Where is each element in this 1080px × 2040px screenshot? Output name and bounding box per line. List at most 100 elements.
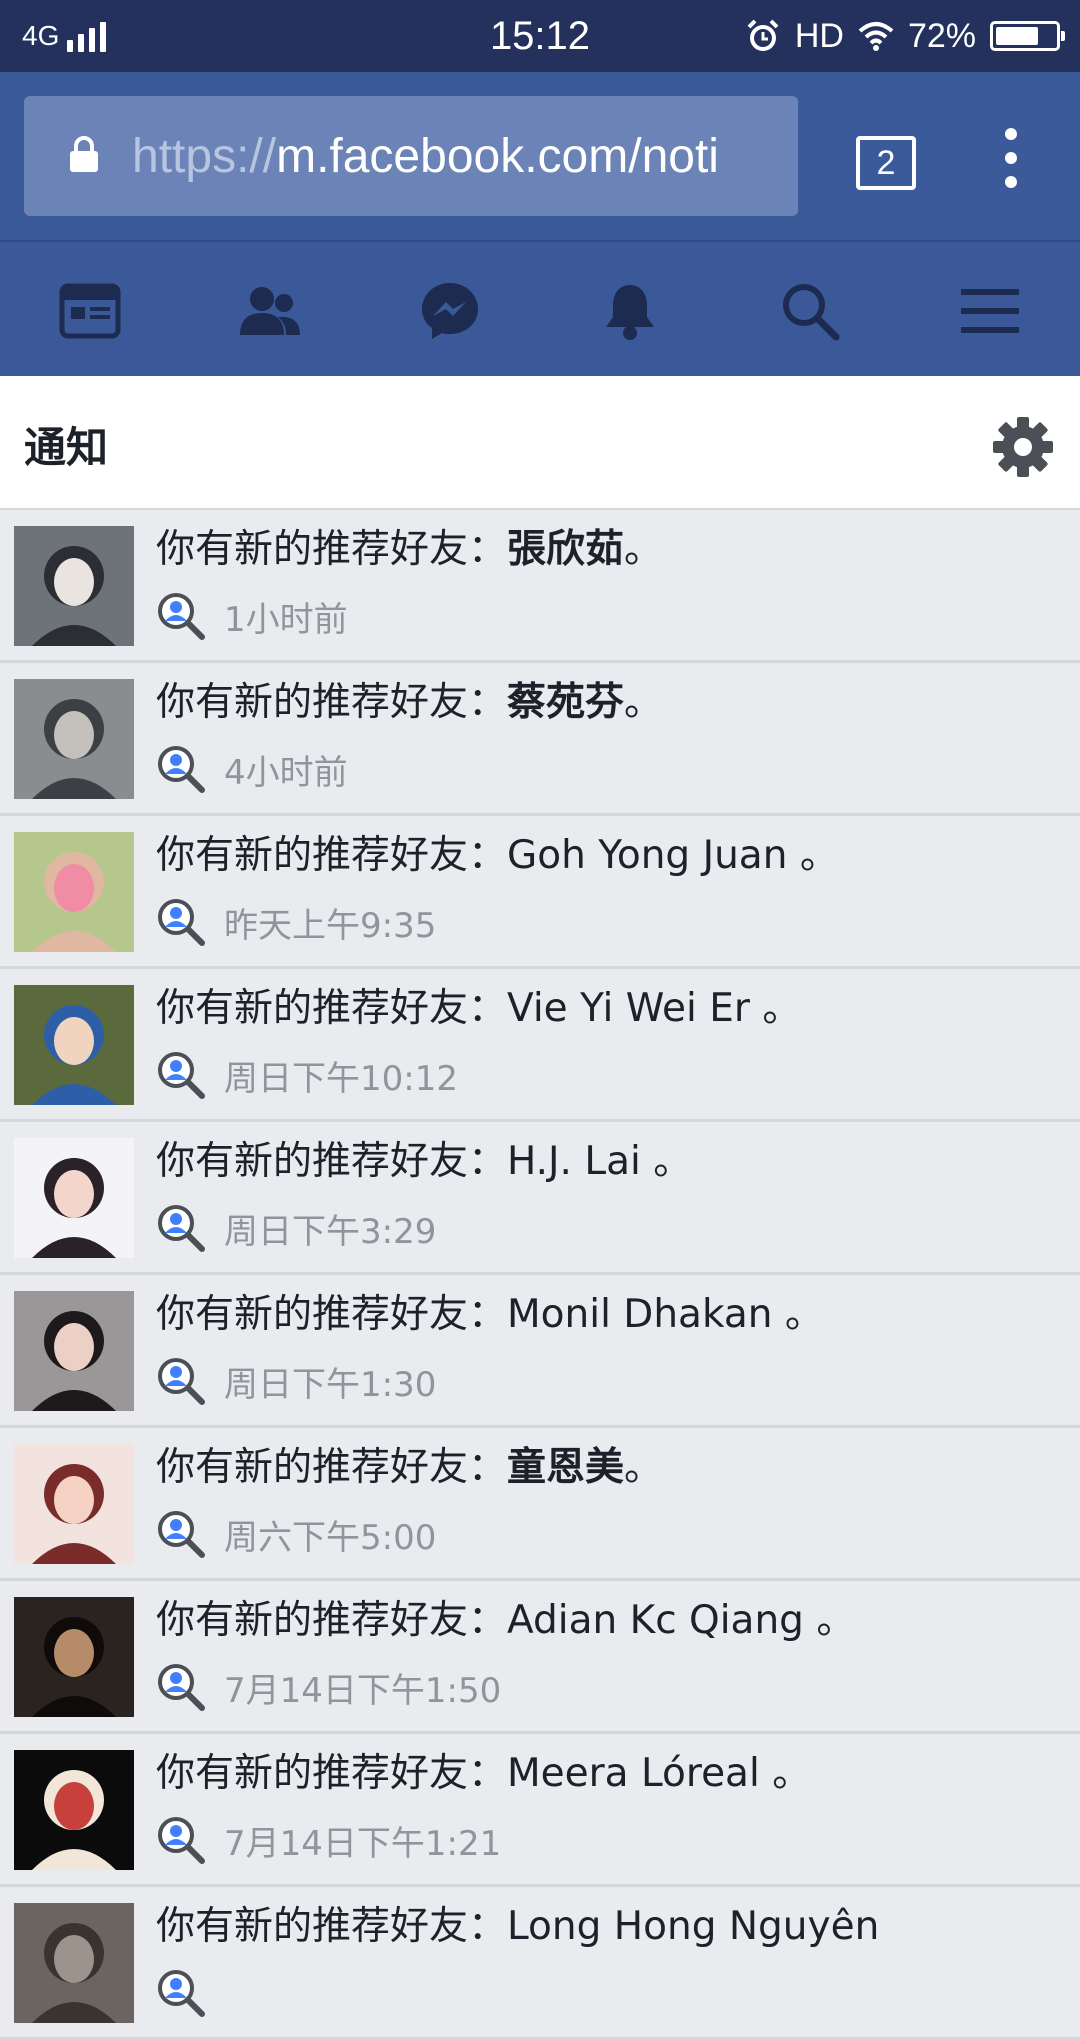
notification-time: 1小时前	[224, 599, 348, 640]
avatar[interactable]	[14, 1903, 134, 2023]
lock-icon	[70, 136, 98, 172]
notification-suffix: 。	[749, 986, 802, 1031]
address-bar[interactable]: https://m.facebook.com/noti	[24, 96, 798, 216]
hd-indicator: HD	[794, 16, 844, 55]
avatar[interactable]	[14, 1291, 134, 1411]
notification-item[interactable]: 你有新的推荐好友：童恩美。 周六下午5:00	[0, 1428, 1080, 1581]
notification-prefix: 你有新的推荐好友：	[156, 1598, 508, 1643]
avatar[interactable]	[14, 526, 134, 646]
friend-suggestion-icon	[158, 1817, 205, 1864]
friend-suggestion-icon	[158, 1970, 205, 2017]
avatar[interactable]	[14, 1138, 134, 1258]
browser-toolbar: https://m.facebook.com/noti 2	[0, 72, 1080, 240]
status-icons: HD 72%	[745, 14, 1065, 58]
notifications-bell-icon[interactable]	[597, 278, 663, 344]
notification-prefix: 你有新的推荐好友：	[156, 833, 508, 878]
suggested-friend-name: 童恩美	[507, 1445, 625, 1490]
notification-item[interactable]: 你有新的推荐好友：Adian Kc Qiang 。 7月14日下午1:50	[0, 1581, 1080, 1734]
avatar[interactable]	[14, 1444, 134, 1564]
notification-prefix: 你有新的推荐好友：	[156, 680, 508, 725]
notification-text: 你有新的推荐好友：童恩美。	[156, 1440, 1066, 1496]
notification-suffix: 。	[759, 1751, 812, 1796]
friends-icon[interactable]	[237, 278, 303, 344]
menu-icon[interactable]	[957, 278, 1023, 344]
suggested-friend-name: Vie Yi Wei Er	[507, 986, 750, 1031]
page-title: 通知	[24, 423, 109, 472]
wifi-icon	[858, 22, 894, 51]
avatar[interactable]	[14, 985, 134, 1105]
url-scheme: https://	[132, 130, 277, 183]
tab-switcher-button[interactable]: 2	[856, 136, 916, 190]
notification-list: 你有新的推荐好友：張欣茹。 1小时前 你有新的推荐好友：蔡苑芬。 4小时前 你有新的推荐…	[0, 510, 1080, 2040]
suggested-friend-name: Monil Dhakan	[507, 1292, 773, 1337]
notification-prefix: 你有新的推荐好友：	[156, 1751, 508, 1796]
notification-item[interactable]: 你有新的推荐好友：Goh Yong Juan 。昨天上午9:35	[0, 816, 1080, 969]
notification-suffix: 。	[624, 527, 664, 572]
notification-suffix: 。	[787, 833, 839, 878]
friend-suggestion-icon	[158, 899, 205, 946]
notification-text: 你有新的推荐好友：Long Hong Nguyên	[156, 1899, 1066, 1955]
notification-suffix: 。	[772, 1292, 824, 1337]
notification-meta	[156, 1965, 224, 2021]
page-header: 通知	[0, 376, 1080, 510]
search-icon[interactable]	[777, 278, 843, 344]
avatar[interactable]	[14, 832, 134, 952]
status-bar: 4G 15:12 HD 72%	[0, 0, 1080, 72]
friend-suggestion-icon	[158, 746, 205, 793]
suggested-friend-name: Long Hong Nguyên	[507, 1904, 880, 1949]
notification-item[interactable]: 你有新的推荐好友：Monil Dhakan 。周日下午1:30	[0, 1275, 1080, 1428]
avatar[interactable]	[14, 1597, 134, 1717]
notification-item[interactable]: 你有新的推荐好友：Long Hong Nguyên	[0, 1887, 1080, 2040]
avatar[interactable]	[14, 679, 134, 799]
notification-prefix: 你有新的推荐好友：	[156, 1292, 508, 1337]
notification-text: 你有新的推荐好友：Meera Lóreal 。	[156, 1746, 1066, 1802]
notification-meta: 周日下午3:29	[156, 1200, 436, 1256]
more-options-icon[interactable]	[996, 128, 1026, 188]
notification-item[interactable]: 你有新的推荐好友：蔡苑芬。 4小时前	[0, 663, 1080, 816]
url-text[interactable]: https://m.facebook.com/noti	[132, 122, 792, 192]
notification-meta: 7月14日下午1:21	[156, 1812, 501, 1868]
notification-time: 周日下午3:29	[224, 1211, 437, 1252]
news-feed-icon[interactable]	[57, 278, 123, 344]
notification-item[interactable]: 你有新的推荐好友：Meera Lóreal 。 7月14日下午1:21	[0, 1734, 1080, 1887]
friend-suggestion-icon	[158, 593, 205, 640]
battery-percent: 72%	[907, 16, 976, 55]
settings-gear-icon[interactable]	[992, 416, 1054, 478]
notification-item[interactable]: 你有新的推荐好友：Vie Yi Wei Er 。周日下午10:12	[0, 969, 1080, 1122]
notification-suffix: 。	[624, 1445, 664, 1490]
suggested-friend-name: Meera Lóreal	[507, 1751, 760, 1796]
notification-time: 4小时前	[224, 752, 348, 793]
notification-prefix: 你有新的推荐好友：	[156, 986, 508, 1031]
notification-item[interactable]: 你有新的推荐好友：H.J. Lai 。周日下午3:29	[0, 1122, 1080, 1275]
friend-suggestion-icon	[158, 1205, 205, 1252]
alarm-icon	[747, 19, 779, 51]
friend-suggestion-icon	[158, 1052, 205, 1099]
notification-text: 你有新的推荐好友：Monil Dhakan 。	[156, 1287, 1066, 1343]
notification-meta: 4小时前	[156, 741, 348, 797]
notification-item[interactable]: 你有新的推荐好友：張欣茹。 1小时前	[0, 510, 1080, 663]
url-host: m.facebook.com/noti	[276, 130, 719, 183]
notification-suffix: 。	[640, 1139, 693, 1184]
suggested-friend-name: Goh Yong Juan	[507, 833, 788, 878]
notification-prefix: 你有新的推荐好友：	[156, 1904, 508, 1949]
notification-text: 你有新的推荐好友：H.J. Lai 。	[156, 1134, 1066, 1190]
suggested-friend-name: 張欣茹	[507, 527, 625, 572]
notification-meta: 7月14日下午1:50	[156, 1659, 501, 1715]
notification-prefix: 你有新的推荐好友：	[156, 1445, 508, 1490]
messenger-icon[interactable]	[417, 278, 483, 344]
notification-text: 你有新的推荐好友：蔡苑芬。	[156, 675, 1066, 731]
notification-meta: 周日下午10:12	[156, 1047, 458, 1103]
notification-meta: 周日下午1:30	[156, 1353, 436, 1409]
battery-icon	[990, 21, 1065, 51]
suggested-friend-name: Adian Kc Qiang	[507, 1598, 804, 1643]
facebook-nav-bar	[0, 240, 1080, 376]
notification-time: 7月14日下午1:21	[224, 1823, 502, 1864]
notification-text: 你有新的推荐好友：張欣茹。	[156, 522, 1066, 578]
suggested-friend-name: 蔡苑芬	[507, 680, 625, 725]
notification-meta: 昨天上午9:35	[156, 894, 436, 950]
avatar[interactable]	[14, 1750, 134, 1870]
notification-time: 周日下午10:12	[224, 1058, 458, 1099]
notification-text: 你有新的推荐好友：Goh Yong Juan 。	[156, 828, 1066, 884]
notification-suffix: 。	[624, 680, 664, 725]
friend-suggestion-icon	[158, 1358, 205, 1405]
